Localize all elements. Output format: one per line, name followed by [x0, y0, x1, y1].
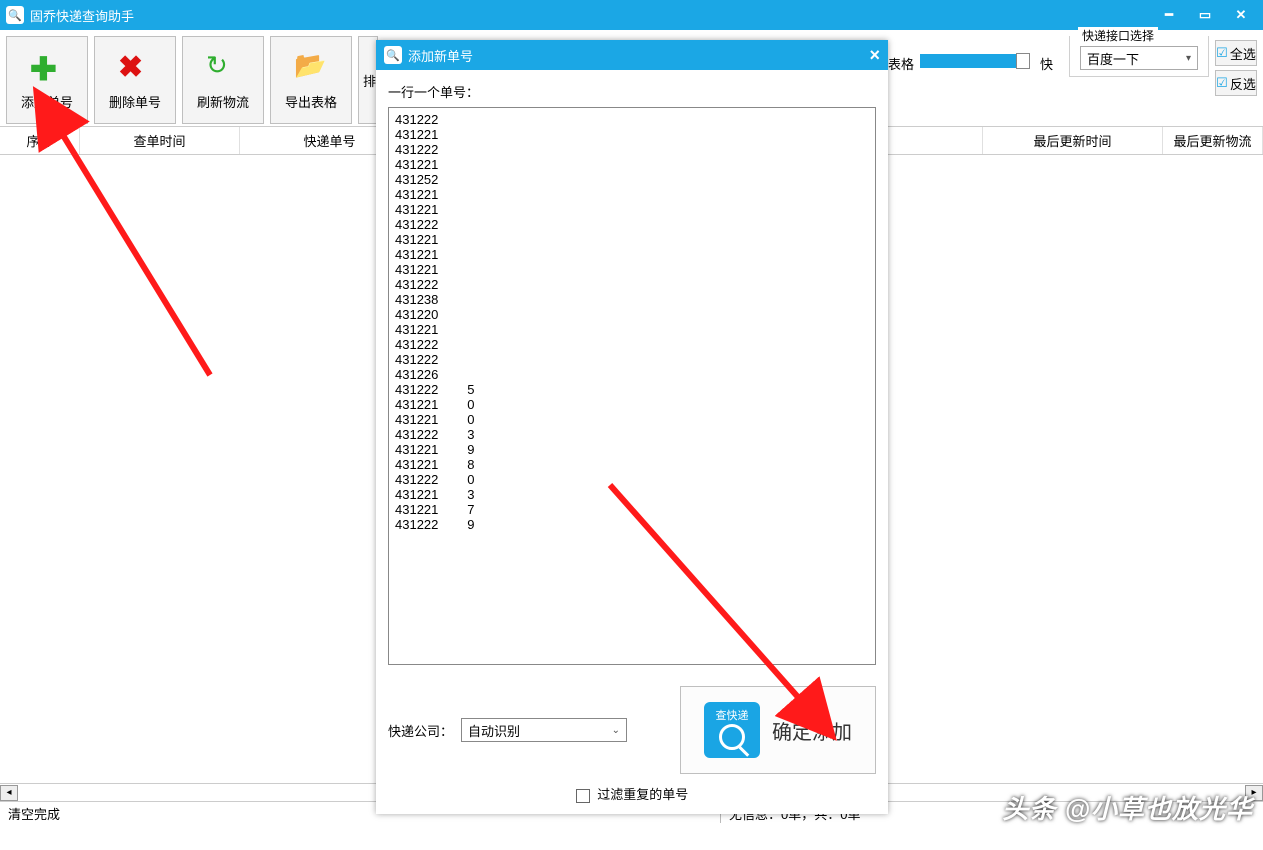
maximize-button[interactable]: ▭ [1197, 7, 1213, 23]
select-all-button[interactable]: ☑全选 [1215, 40, 1257, 66]
api-select[interactable]: 百度一下 ▾ [1080, 46, 1198, 70]
folder-icon: 📂 [294, 50, 328, 84]
delete-tracking-button[interactable]: ✖ 删除单号 [94, 36, 176, 124]
invert-select-button[interactable]: ☑反选 [1215, 70, 1257, 96]
company-label: 快递公司： [388, 721, 453, 740]
api-value: 百度一下 [1087, 49, 1139, 68]
add-tracking-dialog: 🔍 添加新单号 × 一行一个单号： 快递公司： 自动识别 ⌄ 查快递 确定添加 … [376, 40, 888, 814]
col-updated[interactable]: 最后更新时间 [983, 127, 1163, 154]
filter-dup-label: 过滤重复的单号 [597, 787, 688, 802]
company-select[interactable]: 自动识别 ⌄ [461, 718, 627, 742]
dialog-titlebar: 🔍 添加新单号 × [376, 40, 888, 70]
tracking-numbers-input[interactable] [388, 107, 876, 665]
input-label: 一行一个单号： [388, 82, 876, 101]
delete-tracking-label: 删除单号 [109, 92, 161, 111]
api-group: 快递接口选择 百度一下 ▾ [1069, 36, 1209, 77]
export-label: 导出表格 [285, 92, 337, 111]
refresh-label: 刷新物流 [197, 92, 249, 111]
filter-dup-checkbox[interactable] [576, 789, 590, 803]
minimize-button[interactable]: ━ [1161, 7, 1177, 23]
speed-label: 快 [1040, 54, 1053, 73]
chevron-down-icon: ▾ [1186, 53, 1191, 64]
dialog-title: 添加新单号 [408, 46, 869, 65]
hidden-label: 排 [363, 71, 376, 90]
close-button[interactable]: ✕ [1233, 7, 1249, 23]
scroll-left-icon[interactable]: ◂ [0, 785, 18, 801]
col-query-time[interactable]: 查单时间 [80, 127, 240, 154]
add-tracking-label: 添加单号 [21, 92, 73, 111]
app-icon: 🔍 [6, 6, 24, 24]
search-express-icon: 查快递 [704, 702, 760, 758]
chevron-down-icon: ⌄ [612, 725, 620, 736]
export-button[interactable]: 📂 导出表格 [270, 36, 352, 124]
refresh-icon: ↻ [206, 50, 240, 84]
add-tracking-button[interactable]: ✚ 添加单号 [6, 36, 88, 124]
col-index[interactable]: 序号 [0, 127, 80, 154]
watermark: 头条 @小草也放光华 [1002, 789, 1253, 826]
company-value: 自动识别 [468, 721, 520, 740]
col-logistics[interactable]: 最后更新物流 [1163, 127, 1263, 154]
dialog-close-button[interactable]: × [869, 45, 880, 66]
api-legend: 快递接口选择 [1078, 27, 1158, 44]
cross-icon: ✖ [118, 50, 152, 84]
confirm-add-button[interactable]: 查快递 确定添加 [680, 686, 876, 774]
speed-slider[interactable] [920, 54, 1030, 68]
plus-icon: ✚ [30, 50, 64, 84]
hidden-button[interactable]: 排 [358, 36, 378, 124]
dialog-icon: 🔍 [384, 46, 402, 64]
refresh-button[interactable]: ↻ 刷新物流 [182, 36, 264, 124]
window-title: 固乔快递查询助手 [30, 6, 1161, 25]
status-left: 清空完成 [8, 804, 60, 823]
titlebar: 🔍 固乔快递查询助手 ━ ▭ ✕ [0, 0, 1263, 30]
confirm-label: 确定添加 [772, 716, 852, 745]
